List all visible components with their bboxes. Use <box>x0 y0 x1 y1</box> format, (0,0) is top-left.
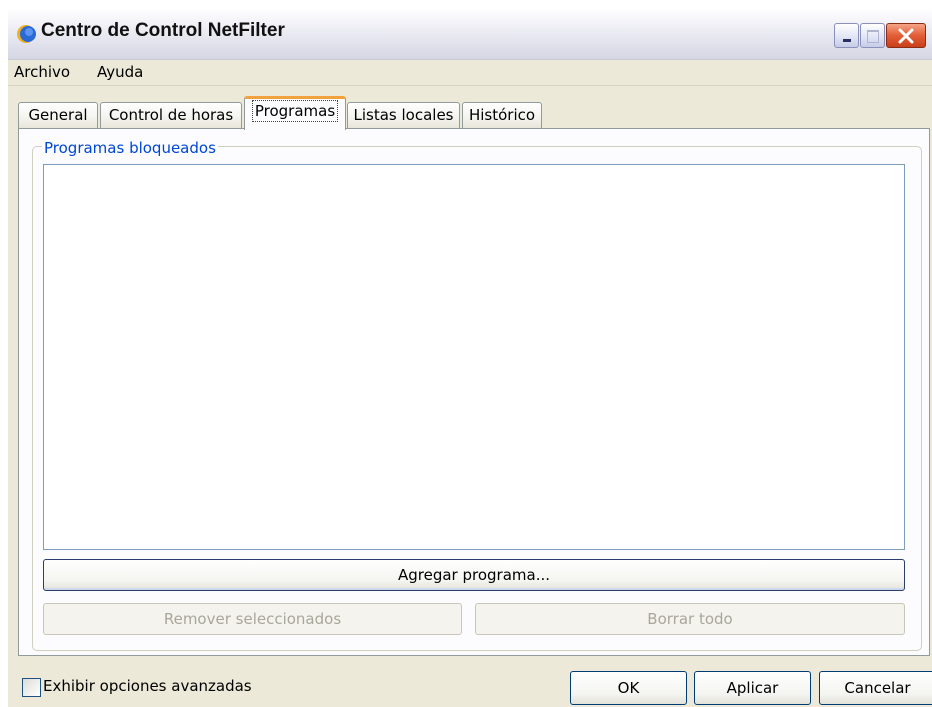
minimize-icon <box>843 39 851 42</box>
tab-historico[interactable]: Histórico <box>462 102 542 128</box>
advanced-options-checkbox[interactable] <box>22 678 41 697</box>
maximize-icon <box>867 30 879 43</box>
advanced-options-label[interactable]: Exhibir opciones avanzadas <box>43 677 252 695</box>
tab-control-de-horas[interactable]: Control de horas <box>100 102 242 128</box>
netfilter-app-icon <box>17 25 36 43</box>
cancel-button[interactable]: Cancelar <box>819 671 932 705</box>
title-bar[interactable]: Centro de Control NetFilter <box>8 8 932 60</box>
close-button[interactable] <box>886 23 926 48</box>
minimize-button[interactable] <box>834 23 859 48</box>
apply-button[interactable]: Aplicar <box>694 671 811 705</box>
clear-all-button[interactable]: Borrar todo <box>475 603 905 635</box>
blocked-programs-list[interactable] <box>43 164 905 550</box>
menu-ayuda[interactable]: Ayuda <box>97 63 143 81</box>
tab-general[interactable]: General <box>18 102 98 128</box>
menu-archivo[interactable]: Archivo <box>14 63 70 81</box>
add-program-button[interactable]: Agregar programa... <box>43 559 905 591</box>
tab-programas[interactable]: Programas <box>244 96 346 130</box>
tab-listas-locales[interactable]: Listas locales <box>347 102 460 128</box>
remove-selected-button[interactable]: Remover seleccionados <box>43 603 462 635</box>
groupbox-label: Programas bloqueados <box>42 139 218 157</box>
ok-button[interactable]: OK <box>570 671 687 705</box>
window-title: Centro de Control NetFilter <box>41 20 285 41</box>
tab-programas-label: Programas <box>251 100 339 122</box>
menu-bar: Archivo Ayuda <box>8 60 932 86</box>
app-window: Centro de Control NetFilter Archivo Ayud… <box>8 8 932 707</box>
maximize-button[interactable] <box>860 23 885 48</box>
close-icon <box>898 28 914 44</box>
